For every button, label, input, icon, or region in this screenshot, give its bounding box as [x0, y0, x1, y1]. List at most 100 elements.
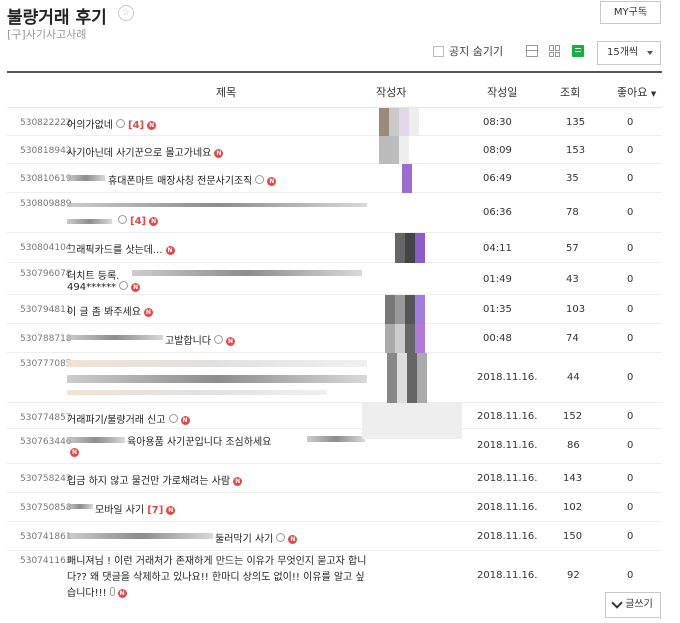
article-subject[interactable]: 모바일 사기 [7] N [95, 501, 176, 516]
article-subject-line2[interactable]: N [67, 447, 79, 458]
article-number: 530750858 [20, 503, 72, 513]
table-row[interactable]: 530763446 육아용품 사기꾼입니다 조심하세요 N 2018.11.16… [7, 429, 662, 464]
article-subject[interactable]: 이 글 좀 봐주세요 N [67, 303, 153, 318]
article-likes: 0 [627, 274, 634, 285]
new-badge: N [117, 589, 127, 598]
article-number: 530777085 [20, 359, 72, 369]
table-row[interactable]: 530788718 고발합니다 N 00:48 74 0 [7, 324, 662, 353]
blurred-text [307, 436, 365, 442]
article-number: 530804104 [20, 243, 72, 253]
article-likes: 0 [627, 117, 634, 128]
comment-count: [4] [130, 216, 147, 227]
blurred-text [67, 390, 327, 395]
article-subject[interactable]: 고발합니다 N [165, 332, 235, 347]
new-badge: N [180, 416, 190, 425]
write-button[interactable]: 글쓰기 [605, 592, 661, 618]
star-icon[interactable]: ☆ [118, 5, 134, 21]
table-row[interactable]: 530809889 [4] N 06:36 78 0 [7, 193, 662, 233]
table-row[interactable]: 530777085 2018.11.16. 44 0 [7, 353, 662, 403]
article-subject[interactable]: 휴대폰마트 매장사칭 전문사기조직 N [108, 172, 277, 187]
list-view-icon[interactable] [526, 45, 538, 57]
view-mode-switcher [526, 45, 595, 57]
hide-notice-toggle[interactable]: 공지 숨기기 [433, 43, 503, 59]
pencil-icon [611, 597, 623, 609]
comment-count: [7] [147, 505, 164, 516]
table-row[interactable]: 530774857 거래파기/불량거래 신고 N 2018.11.16. 152 … [7, 403, 662, 429]
article-date: 08:30 [483, 117, 512, 128]
new-badge: N [149, 217, 159, 226]
article-likes: 0 [627, 531, 634, 542]
my-subscribe-button[interactable]: MY구독 [600, 1, 661, 24]
blurred-text [132, 270, 362, 276]
article-number: 530758243 [20, 474, 72, 484]
table-row[interactable]: 530810619 휴대폰마트 매장사칭 전문사기조직 N 06:49 35 0 [7, 164, 662, 193]
emoticon-icon [119, 281, 129, 290]
article-number: 530810619 [20, 174, 72, 184]
article-views: 78 [566, 207, 579, 218]
article-number: 530822222 [20, 118, 72, 128]
table-row[interactable]: 530750858 모바일 사기 [7] N 2018.11.16. 102 0 [7, 493, 662, 522]
blurred-text [67, 375, 367, 383]
article-date: 2018.11.16. [477, 473, 538, 484]
author-blurred [379, 136, 419, 164]
grid-view-icon[interactable] [549, 45, 561, 57]
table-row[interactable]: 530796078 더치트 등록. 494****** N 01:49 43 0 [7, 263, 662, 295]
article-date: 08:09 [483, 145, 512, 156]
new-badge: N [131, 283, 141, 292]
column-date: 작성일 [487, 86, 518, 99]
blurred-text [67, 504, 93, 509]
article-views: 150 [563, 531, 583, 542]
article-number: 530774857 [20, 413, 72, 423]
emoticon-icon [255, 175, 265, 184]
article-date: 01:35 [483, 304, 512, 315]
article-subject[interactable]: 거래파기/불량거래 신고 N [67, 411, 190, 426]
page-size-select[interactable]: 15개씩 [597, 41, 661, 65]
table-row[interactable]: 530822222 어의가없네 [4] N 08:30 135 0 [7, 108, 662, 136]
article-views: 35 [566, 173, 579, 184]
article-views: 44 [567, 372, 580, 383]
article-date: 00:48 [483, 333, 512, 344]
board-title: 불량거래 후기 [7, 8, 107, 28]
article-views: 135 [566, 117, 586, 128]
new-badge: N [143, 308, 153, 317]
article-number: 530741163 [20, 556, 72, 566]
article-subject[interactable]: 입금 하지 않고 물건만 가로채려는 사람 N [67, 472, 243, 487]
article-views: 143 [563, 473, 583, 484]
new-badge: N [70, 448, 79, 457]
table-row[interactable]: 530741861 둘러막기 사기 N 2018.11.16. 150 0 [7, 522, 662, 551]
article-subject[interactable]: 매니져님 ! 이런 거래처가 존재하게 만드는 이유가 무엇인지 묻고자 합니다… [67, 554, 367, 602]
blurred-text [67, 437, 125, 443]
article-likes: 0 [627, 145, 634, 156]
article-subject[interactable]: 육아용품 사기꾼입니다 조심하세요 [127, 433, 271, 448]
article-likes: 0 [627, 173, 634, 184]
article-subject-line2[interactable]: 494****** N [67, 281, 141, 293]
article-likes: 0 [627, 570, 634, 581]
article-likes: 0 [627, 243, 634, 254]
article-subject[interactable]: 더치트 등록. [67, 267, 119, 282]
table-row[interactable]: 530794811 이 글 좀 봐주세요 N 01:35 103 0 [7, 295, 662, 324]
card-view-icon[interactable] [572, 45, 584, 57]
article-subject[interactable]: 둘러막기 사기 N [215, 530, 298, 545]
hide-notice-checkbox[interactable] [433, 45, 444, 57]
table-row[interactable]: 530758243 입금 하지 않고 물건만 가로채려는 사람 N 2018.11… [7, 464, 662, 493]
column-title: 제목 [216, 86, 237, 99]
table-row[interactable]: 530818942 사기아닌데 사기꾼으로 몰고가네요 N 08:09 153 0 [7, 136, 662, 164]
blurred-text [67, 360, 367, 367]
column-likes[interactable]: 좋아요 ▼ [617, 84, 656, 100]
new-badge: N [147, 121, 157, 130]
article-views: 86 [567, 440, 580, 451]
article-date: 2018.11.16. [477, 440, 538, 451]
article-subject[interactable]: 사기아닌데 사기꾼으로 몰고가네요 N [67, 144, 224, 159]
article-subject[interactable]: 그래픽카드를 삿는데... N [67, 241, 175, 256]
article-subject[interactable]: 어의가없네 [4] N [67, 116, 157, 131]
blurred-text [67, 175, 105, 181]
author-blurred [385, 295, 425, 324]
author-blurred [362, 403, 462, 429]
article-date: 2018.11.16. [477, 411, 538, 422]
article-date: 2018.11.16. [477, 570, 538, 581]
article-subject[interactable]: [4] N [115, 215, 159, 227]
article-views: 92 [567, 570, 580, 581]
emoticon-icon [276, 533, 286, 542]
table-row[interactable]: 530741163 매니져님 ! 이런 거래처가 존재하게 만드는 이유가 무엇… [7, 551, 662, 603]
table-row[interactable]: 530804104 그래픽카드를 삿는데... N 04:11 57 0 [7, 233, 662, 263]
